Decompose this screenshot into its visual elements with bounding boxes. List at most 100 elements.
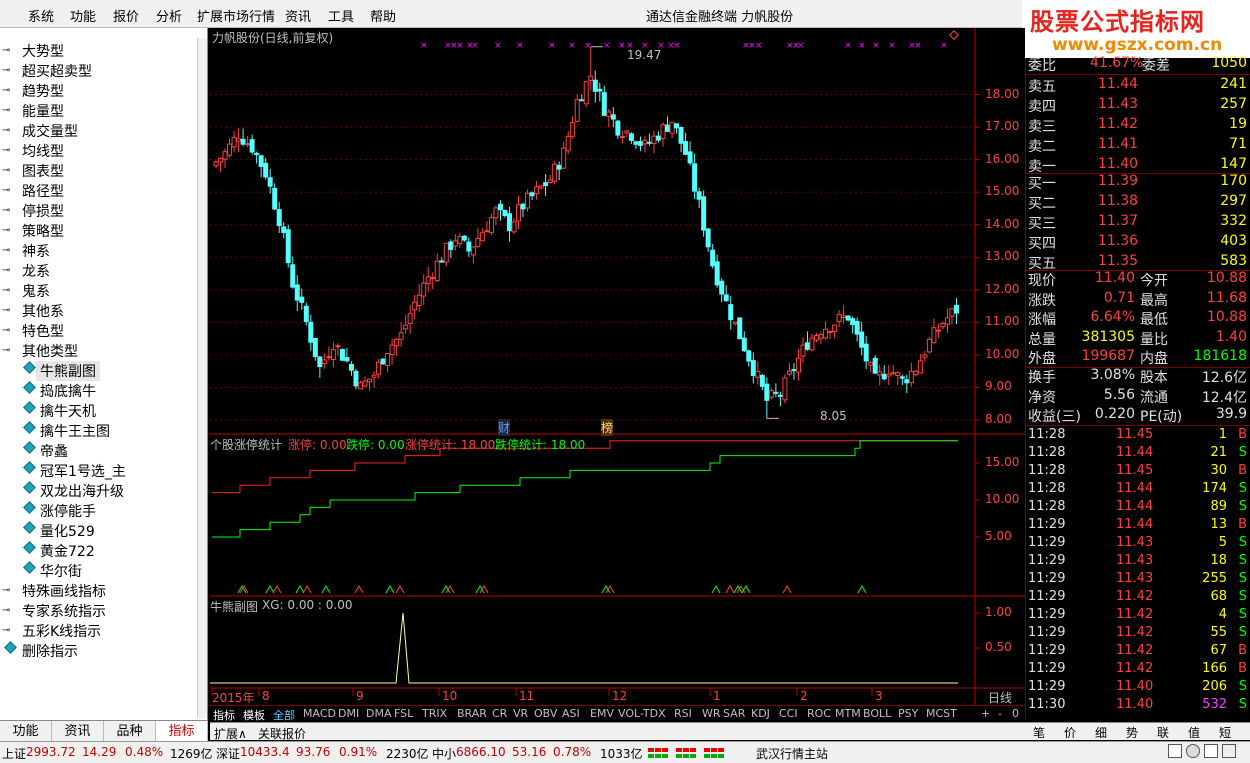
tree-item[interactable]: ⊸ 路径型 (0, 180, 196, 200)
indicator-tab[interactable]: 指标 (213, 707, 235, 723)
menu-extended-market[interactable]: 扩展市场行情 (197, 6, 275, 25)
tree-item[interactable]: 擒牛天机 (0, 400, 196, 420)
tree-item-label: 冠军1号选_主 (40, 464, 126, 480)
indicator-tab[interactable]: DMA (366, 707, 392, 720)
tab-related-quote[interactable]: 关联报价 (258, 725, 306, 742)
tree-item[interactable]: 删除指示 (0, 640, 196, 660)
indicator-tab[interactable]: SAR (723, 707, 745, 720)
tree-item[interactable]: ⊸ 策略型 (0, 220, 196, 240)
menu-function[interactable]: 功能 (70, 6, 96, 25)
tree-item[interactable]: 双龙出海升级 (0, 480, 196, 500)
indicator-tab[interactable]: BOLL (863, 707, 891, 720)
settings-icon[interactable] (1222, 744, 1236, 758)
quote-tab[interactable]: 值 (1188, 724, 1200, 741)
tree-item[interactable]: ⊸ 其他类型 (0, 340, 196, 360)
indicator-tab[interactable]: DMI (338, 707, 359, 720)
indicator-tab[interactable]: PSY (898, 707, 918, 720)
tree-item[interactable]: ⊸ 超买超卖型 (0, 60, 196, 80)
period-label[interactable]: 日线 (988, 689, 1012, 706)
tree-item[interactable]: ⊸ 大势型 (0, 40, 196, 60)
tree-item[interactable]: ⊸ 趋势型 (0, 80, 196, 100)
tick-volume: 21 (1210, 445, 1227, 460)
zoom-button[interactable]: + (981, 707, 990, 720)
finance-marker[interactable]: 财 (498, 419, 511, 436)
tree-item[interactable]: ⊸ 成交量型 (0, 120, 196, 140)
sz-index[interactable]: 10433.4 (240, 745, 290, 759)
tree-item[interactable]: ⊸ 龙系 (0, 260, 196, 280)
indicator-tab[interactable]: VR (513, 707, 528, 720)
quote-tab[interactable]: 价 (1064, 724, 1076, 741)
tick-row: 11:28 11.44 174 S (1026, 481, 1250, 499)
window-icon[interactable] (1168, 744, 1182, 758)
zoom-button[interactable]: - (998, 707, 1002, 720)
indicator-gem-icon (23, 561, 36, 574)
tree-item[interactable]: ⊸ 图表型 (0, 160, 196, 180)
rank-marker[interactable]: 榜 (601, 419, 614, 436)
indicator-tab[interactable]: 模板 (243, 707, 265, 723)
menu-tools[interactable]: 工具 (328, 6, 354, 25)
tree-item[interactable]: ⊸ 五彩K线指示 (0, 620, 196, 640)
quote-tab[interactable]: 笔 (1033, 724, 1045, 741)
kline-chart[interactable]: × × × × × × × × × × × × × × × × × × × × × × × × × × × × × × × 力帆股份(日线,… (210, 28, 1025, 705)
indicator-tab[interactable]: TRIX (422, 707, 447, 720)
quote-tab[interactable]: 细 (1095, 724, 1107, 741)
indicator-tab[interactable]: ASI (562, 707, 580, 720)
indicator-tab[interactable]: CR (492, 707, 507, 720)
tree-item[interactable]: 冠军1号选_主 (0, 460, 196, 480)
menu-quote[interactable]: 报价 (113, 6, 139, 25)
menu-news[interactable]: 资讯 (285, 6, 311, 25)
indicator-tab[interactable]: 全部 (273, 707, 295, 723)
tree-item[interactable]: 华尔街 (0, 560, 196, 580)
indicator-tab[interactable]: MCST (926, 707, 957, 720)
tree-item[interactable]: ⊸ 神系 (0, 240, 196, 260)
tree-item[interactable]: 量化529 (0, 520, 196, 540)
tab-indicators[interactable]: 指标 (156, 721, 208, 743)
tree-item[interactable]: ⊸ 鬼系 (0, 280, 196, 300)
tab-extension[interactable]: 扩展∧ (214, 725, 247, 742)
indicator-tab[interactable]: CCI (779, 707, 798, 720)
zoom-button[interactable]: 0 (1012, 707, 1019, 720)
tree-item[interactable]: ⊸ 能量型 (0, 100, 196, 120)
sound-icon[interactable] (1186, 744, 1200, 758)
indicator-tab[interactable]: KDJ (751, 707, 770, 720)
quote-tab[interactable]: 势 (1126, 724, 1138, 741)
menu-analysis[interactable]: 分析 (156, 6, 182, 25)
indicator-tab[interactable]: VOL-TDX (618, 707, 666, 720)
tree-item[interactable]: ⊸ 均线型 (0, 140, 196, 160)
key-icon: ⊸ (2, 125, 11, 136)
tree-item[interactable]: 擒牛王主图 (0, 420, 196, 440)
tab-news[interactable]: 资讯 (52, 721, 104, 743)
tree-item[interactable]: ⊸ 专家系统指示 (0, 600, 196, 620)
indicator-tab[interactable]: OBV (534, 707, 557, 720)
indicator-tab[interactable]: EMV (590, 707, 614, 720)
tree-scrollbar[interactable] (197, 38, 207, 718)
order-book-row: 卖五 11.44 241 (1026, 76, 1250, 95)
indicator-tab[interactable]: WR (702, 707, 721, 720)
quote-tab[interactable]: 短 (1219, 724, 1231, 741)
quote-tab[interactable]: 联 (1157, 724, 1169, 741)
tree-item[interactable]: ⊸ 特殊画线指标 (0, 580, 196, 600)
indicator-tab[interactable]: ROC (807, 707, 831, 720)
candle (466, 237, 472, 257)
tree-item[interactable]: 涨停能手 (0, 500, 196, 520)
tree-item[interactable]: 帝蠡 (0, 440, 196, 460)
tree-item[interactable]: ⊸ 特色型 (0, 320, 196, 340)
sh-index[interactable]: 2993.72 (26, 745, 76, 759)
indicator-tab[interactable]: BRAR (457, 707, 487, 720)
indicator-tab[interactable]: MACD (303, 707, 336, 720)
tab-varieties[interactable]: 品种 (104, 721, 156, 743)
zx-index[interactable]: 6866.10 (456, 745, 506, 759)
tab-function[interactable]: 功能 (0, 721, 52, 743)
note-icon[interactable] (1204, 744, 1218, 758)
tree-item[interactable]: 捣底擒牛 (0, 380, 196, 400)
tree-item[interactable]: ⊸ 停损型 (0, 200, 196, 220)
tree-item[interactable]: 牛熊副图 (0, 360, 196, 381)
tree-item[interactable]: ⊸ 其他系 (0, 300, 196, 320)
indicator-tab[interactable]: FSL (394, 707, 413, 720)
menu-help[interactable]: 帮助 (370, 6, 396, 25)
indicator-tab[interactable]: RSI (674, 707, 692, 720)
menu-system[interactable]: 系统 (28, 6, 54, 25)
indicator-tab[interactable]: MTM (835, 707, 861, 720)
candle-body (218, 157, 224, 163)
tree-item[interactable]: 黄金722 (0, 540, 196, 560)
